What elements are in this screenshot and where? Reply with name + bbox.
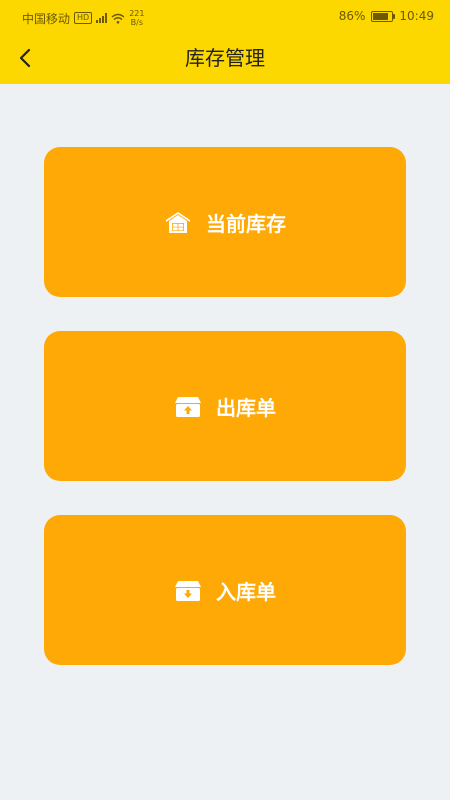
battery-icon xyxy=(371,10,396,22)
wifi-icon xyxy=(111,13,125,24)
current-stock-label: 当前库存 xyxy=(206,211,286,236)
page-title: 库存管理 xyxy=(185,46,265,70)
app-header: 中国移动 HD 221 B/s 86% 10:49 库存管理 xyxy=(0,0,450,84)
network-speed-unit: B/s xyxy=(130,18,144,27)
current-stock-button[interactable]: 当前库存 xyxy=(44,147,406,297)
carrier-name: 中国移动 xyxy=(22,11,71,26)
clock: 10:49 xyxy=(399,9,434,23)
status-bar: 中国移动 HD 221 B/s 86% 10:49 xyxy=(0,0,450,34)
outbound-order-button[interactable]: 出库单 xyxy=(44,331,406,481)
status-right: 86% 10:49 xyxy=(339,9,434,23)
network-speed: 221 B/s xyxy=(129,9,144,27)
box-out-icon xyxy=(175,397,201,417)
battery-percent: 86% xyxy=(338,9,366,23)
outbound-order-label: 出库单 xyxy=(216,395,276,420)
inbound-order-button[interactable]: 入库单 xyxy=(44,515,406,665)
hd-badge: HD xyxy=(74,12,93,24)
signal-icon xyxy=(96,13,108,23)
warehouse-icon xyxy=(166,212,190,233)
status-left: 中国移动 HD 221 B/s xyxy=(22,9,144,27)
inbound-order-label: 入库单 xyxy=(216,579,276,604)
box-in-icon xyxy=(175,581,201,601)
network-speed-value: 221 xyxy=(129,9,145,18)
